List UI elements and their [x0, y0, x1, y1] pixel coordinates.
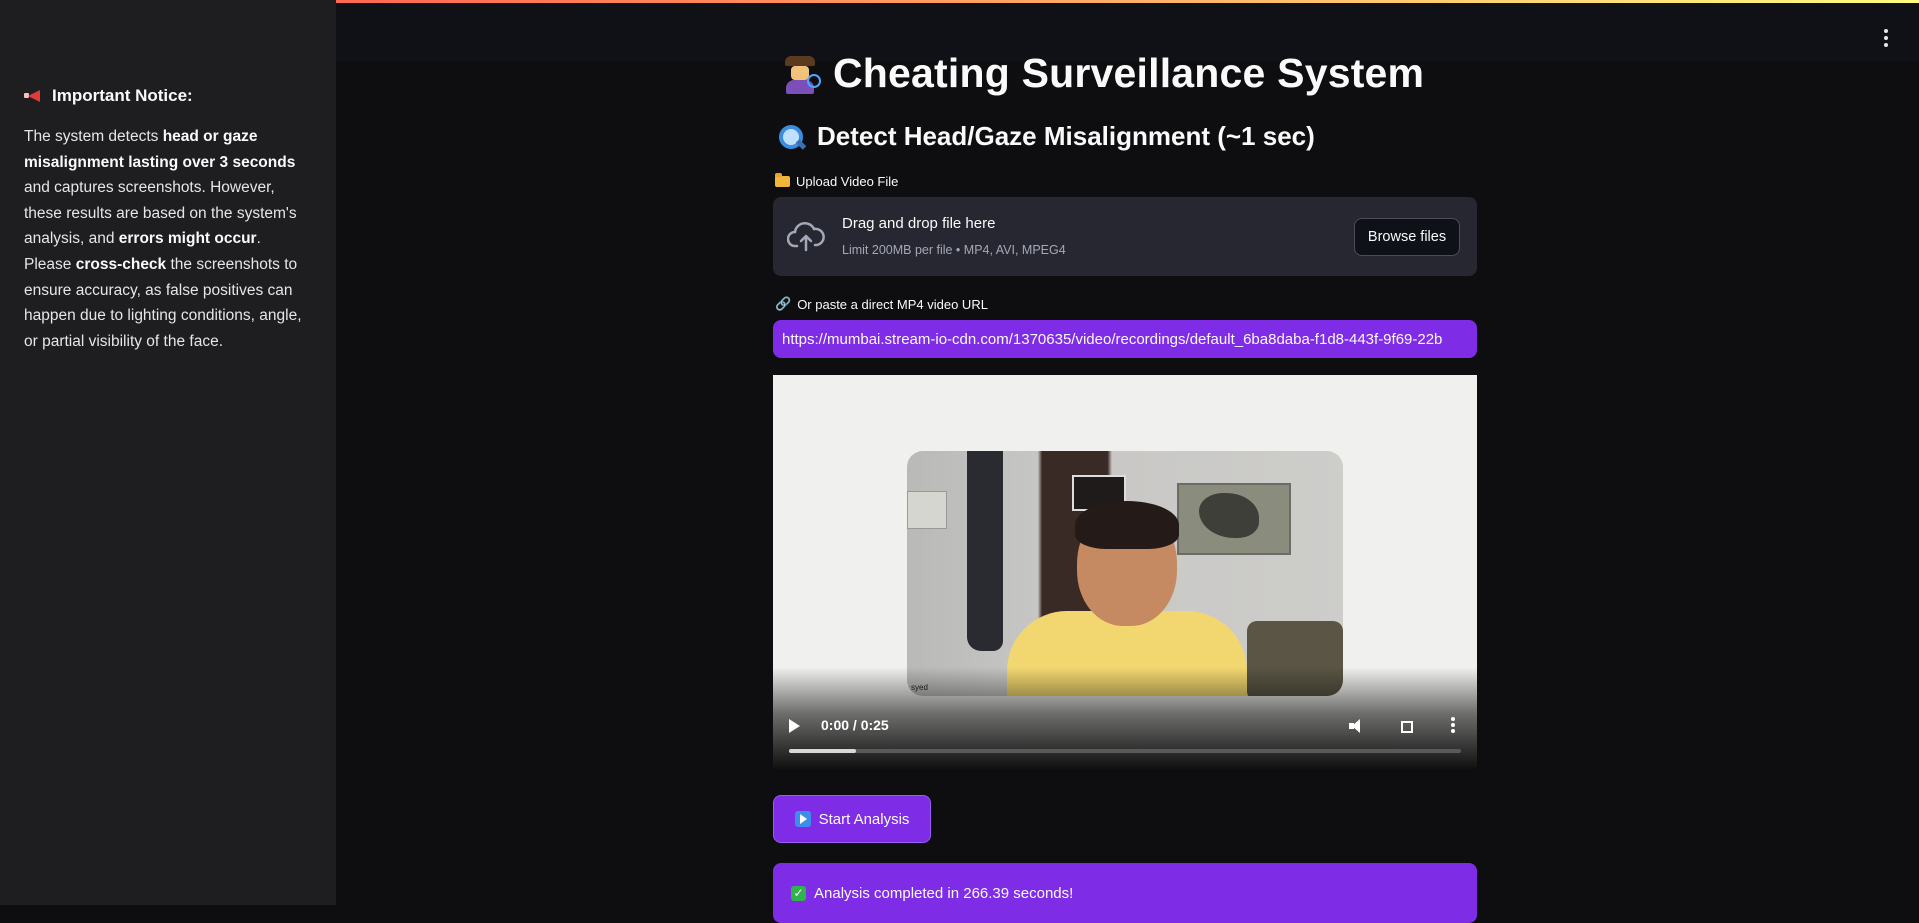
video-time: 0:00 / 0:25	[821, 717, 889, 733]
folder-icon	[775, 173, 790, 187]
browse-files-button[interactable]: Browse files	[1354, 218, 1460, 256]
dropzone-limit: Limit 200MB per file • MP4, AVI, MPEG4	[842, 243, 1066, 257]
link-icon: 🔗	[775, 296, 792, 311]
success-alert: ✓ Analysis completed in 266.39 seconds!	[773, 863, 1477, 923]
video-url-input[interactable]: https://mumbai.stream-io-cdn.com/1370635…	[773, 320, 1477, 358]
url-label: 🔗 Or paste a direct MP4 video URL	[775, 296, 1477, 312]
cloud-upload-icon	[787, 222, 825, 252]
start-analysis-button[interactable]: Start Analysis	[773, 795, 931, 843]
page-title: Cheating Surveillance System	[781, 50, 1477, 97]
kebab-menu-icon[interactable]	[1883, 29, 1889, 47]
section-heading: Detect Head/Gaze Misalignment (~1 sec)	[777, 121, 1477, 152]
upload-label-text: Upload Video File	[796, 174, 899, 189]
play-icon[interactable]	[789, 719, 800, 733]
notice-bold-part: cross-check	[75, 255, 167, 273]
video-player[interactable]: syed 0:00 / 0:25	[773, 375, 1477, 771]
notice-title: Important Notice:	[52, 86, 193, 105]
upload-label: Upload Video File	[775, 173, 1477, 189]
page-title-text: Cheating Surveillance System	[833, 50, 1425, 96]
video-progress[interactable]	[789, 749, 1461, 753]
detective-icon	[781, 54, 821, 94]
sidebar: Important Notice: The system detects hea…	[0, 0, 336, 905]
section-heading-text: Detect Head/Gaze Misalignment (~1 sec)	[817, 121, 1315, 151]
file-dropzone[interactable]: Drag and drop file here Limit 200MB per …	[773, 197, 1477, 276]
url-label-text: Or paste a direct MP4 video URL	[797, 296, 988, 312]
success-text: Analysis completed in 266.39 seconds!	[814, 884, 1074, 902]
start-analysis-label: Start Analysis	[818, 810, 910, 828]
video-progress-fill	[789, 749, 857, 753]
video-more-icon[interactable]	[1451, 717, 1455, 735]
video-controls: 0:00 / 0:25	[773, 667, 1477, 771]
video-frame: syed	[907, 451, 1343, 696]
notice-text: The system detects head or gaze misalign…	[24, 124, 312, 354]
notice-bold-part: errors might occur	[118, 230, 257, 248]
check-icon: ✓	[791, 885, 806, 901]
main-content: Cheating Surveillance System Detect Head…	[773, 40, 1477, 923]
play-button-icon	[794, 811, 811, 827]
notice-text-part: The system detects	[24, 128, 163, 145]
notice-heading: Important Notice:	[24, 86, 312, 106]
megaphone-icon	[24, 89, 42, 103]
fullscreen-icon[interactable]	[1401, 721, 1413, 733]
volume-icon[interactable]	[1349, 719, 1365, 733]
magnifier-icon	[777, 123, 807, 151]
dropzone-title: Drag and drop file here	[842, 215, 996, 232]
